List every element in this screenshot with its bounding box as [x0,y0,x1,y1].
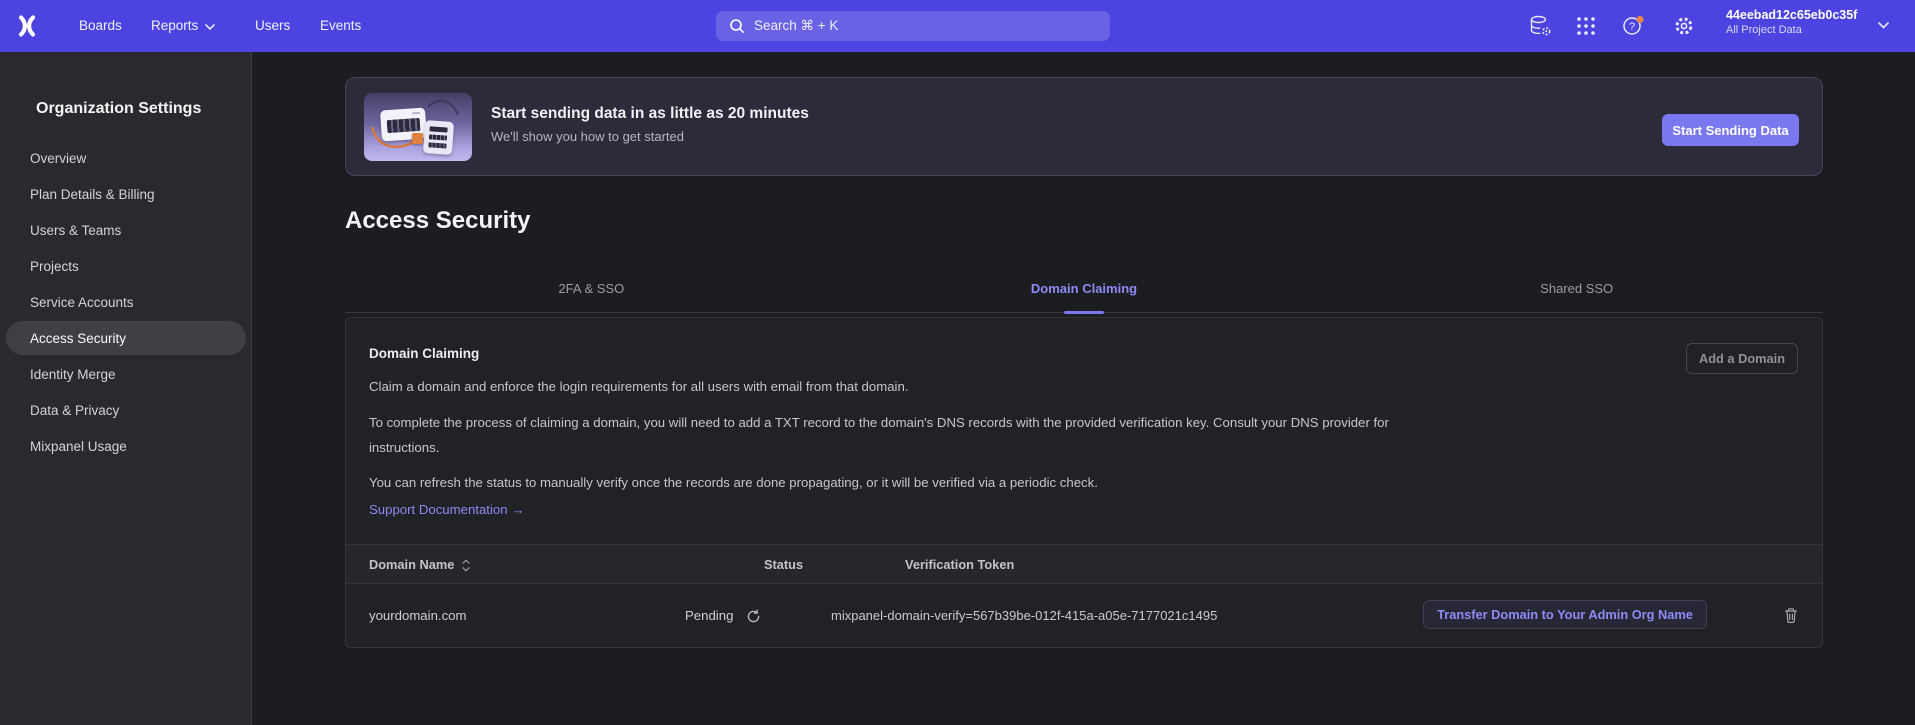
svg-text:?: ? [1629,21,1635,33]
sidebar-item-data-privacy[interactable]: Data & Privacy [6,393,246,427]
access-security-tabs: 2FA & SSO Domain Claiming Shared SSO [345,265,1823,313]
nav-item-events[interactable]: Events [320,0,361,52]
column-header-status: Status [764,545,803,585]
chevron-down-icon [205,24,215,30]
tab-domain-claiming[interactable]: Domain Claiming [838,265,1331,312]
table-row: yourdomain.com Pending mixpanel-domain-v… [346,584,1822,648]
notification-dot [1636,16,1643,23]
help-icon[interactable]: ? [1622,14,1646,38]
domain-name-header-label: Domain Name [369,545,454,585]
onboarding-banner: Start sending data in as little as 20 mi… [345,77,1823,176]
sidebar-item-service-accounts[interactable]: Service Accounts [6,285,246,319]
card-description-1: Claim a domain and enforce the login req… [369,374,908,399]
apps-grid-icon[interactable] [1574,14,1598,38]
mixpanel-logo-icon[interactable] [14,14,40,38]
org-id: 44eebad12c65eb0c35f [1726,8,1892,23]
search-input[interactable]: Search ⌘ + K [716,11,1110,41]
app-screen: Boards Reports Users Events Search ⌘ + K [0,0,1915,725]
sidebar-title: Organization Settings [36,100,201,118]
status-badge: Pending [685,584,733,648]
banner-subtitle: We'll show you how to get started [491,129,684,144]
sort-icon [462,559,470,572]
project-label: All Project Data [1726,23,1892,37]
top-nav: Boards Reports Users Events Search ⌘ + K [0,0,1915,52]
add-domain-button[interactable]: Add a Domain [1686,343,1798,374]
status-cell: Pending [685,584,761,648]
transfer-domain-button[interactable]: Transfer Domain to Your Admin Org Name [1423,600,1707,629]
data-connections-icon[interactable] [1528,14,1552,38]
refresh-status-icon[interactable] [746,609,761,624]
verification-token-cell: mixpanel-domain-verify=567b39be-012f-415… [831,584,1217,648]
tab-shared-sso[interactable]: Shared SSO [1330,265,1823,312]
chevron-down-icon [1878,22,1889,29]
domain-name-cell: yourdomain.com [369,584,466,648]
sidebar-item-access-security[interactable]: Access Security [6,321,246,355]
search-placeholder: Search ⌘ + K [754,18,838,34]
nav-item-users[interactable]: Users [255,0,290,52]
column-header-verification-token: Verification Token [905,545,1014,585]
card-title: Domain Claiming [369,346,479,361]
nav-item-reports[interactable]: Reports [151,0,198,52]
nav-item-boards[interactable]: Boards [79,0,122,52]
page-title: Access Security [345,207,530,235]
column-header-domain-name[interactable]: Domain Name [369,545,470,585]
banner-title: Start sending data in as little as 20 mi… [491,105,809,123]
tab-2fa-sso[interactable]: 2FA & SSO [345,265,838,312]
sidebar-item-plan-details-billing[interactable]: Plan Details & Billing [6,177,246,211]
sidebar-item-overview[interactable]: Overview [6,141,246,175]
search-icon [729,18,745,34]
card-description-3: You can refresh the status to manually v… [369,470,1098,495]
devices-illustration [364,93,472,161]
sidebar-item-users-teams[interactable]: Users & Teams [6,213,246,247]
project-switcher[interactable]: 44eebad12c65eb0c35f All Project Data [1726,8,1892,46]
card-description-2: To complete the process of claiming a do… [369,410,1434,460]
delete-domain-icon[interactable] [1783,607,1799,629]
sidebar-item-projects[interactable]: Projects [6,249,246,283]
sidebar-nav: Overview Plan Details & Billing Users & … [0,139,252,465]
settings-gear-icon[interactable] [1672,14,1696,38]
start-sending-data-button[interactable]: Start Sending Data [1662,114,1799,146]
sidebar-item-mixpanel-usage[interactable]: Mixpanel Usage [6,429,246,463]
sidebar-item-identity-merge[interactable]: Identity Merge [6,357,246,391]
support-documentation-link[interactable]: Support Documentation → [369,502,524,517]
table-header-row: Domain Name Status Verification Token [346,544,1822,584]
org-settings-sidebar: Organization Settings Overview Plan Deta… [0,52,252,725]
domain-claiming-card: Domain Claiming Add a Domain Claim a dom… [345,317,1823,648]
